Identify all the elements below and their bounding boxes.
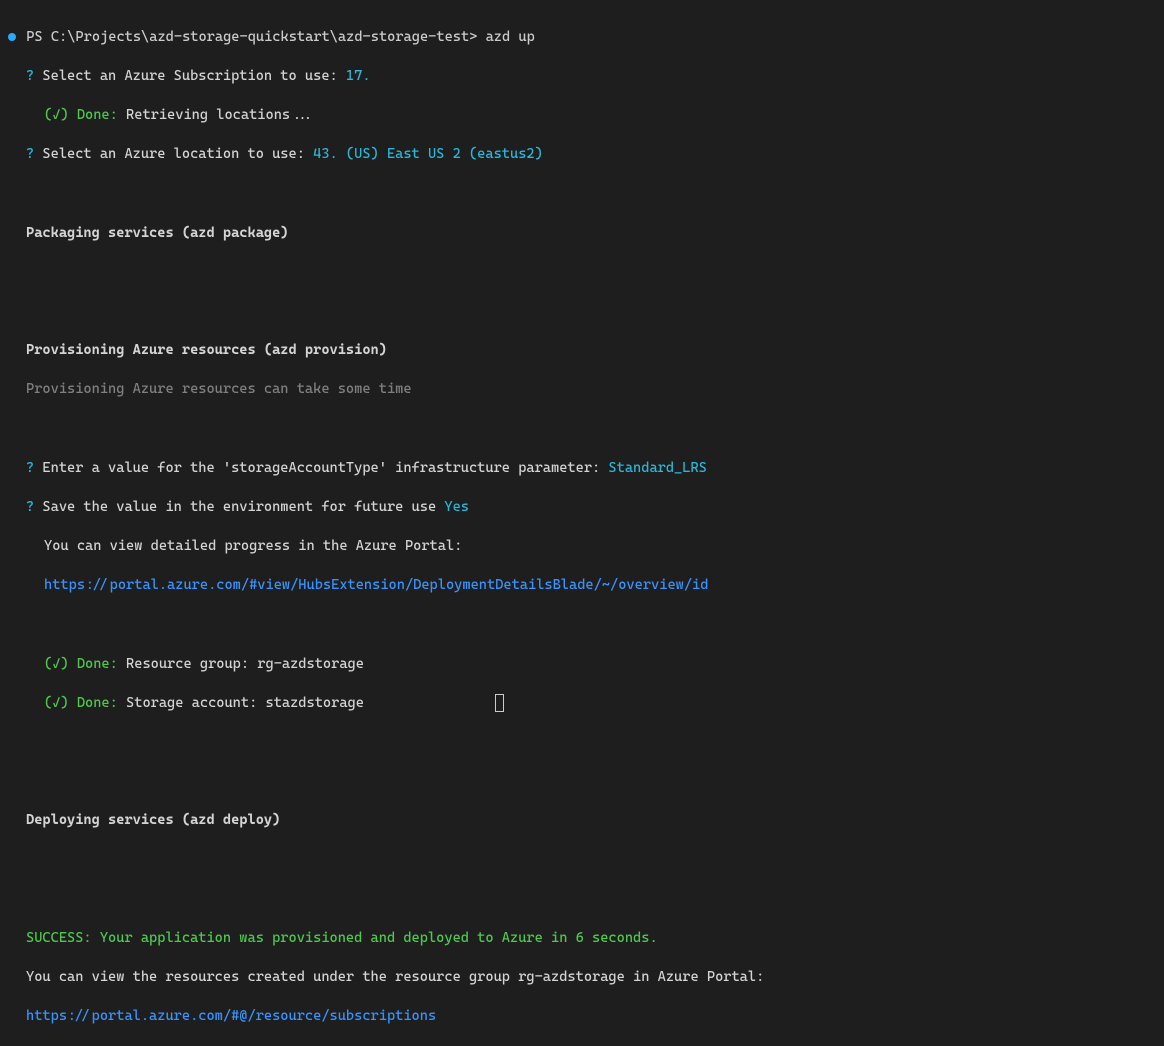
blank-line [8, 419, 1164, 439]
blank-line [8, 302, 1164, 322]
blank-line [8, 615, 1164, 635]
status-dot-icon [8, 33, 16, 41]
done-storage-account: (✓) Done: Storage account: stazdstorage [8, 694, 1164, 714]
blank-line [8, 184, 1164, 204]
done-text: Storage account: stazdstorage [126, 695, 364, 711]
cursor-icon [495, 694, 504, 712]
question-mark-icon: ? [26, 146, 34, 162]
check-icon: (✓) [44, 107, 69, 123]
check-icon: (✓) [44, 695, 69, 711]
terminal-output[interactable]: PS C:\Projects\azd-storage-quickstart\az… [8, 8, 1164, 1046]
blank-line [8, 733, 1164, 753]
done-label: Done: [77, 107, 118, 123]
check-icon: (✓) [44, 656, 69, 672]
blank-line [8, 890, 1164, 910]
done-label: Done: [77, 656, 118, 672]
blank-line [8, 263, 1164, 283]
question-mark-icon: ? [26, 460, 34, 476]
answer-value: 43. (US) East US 2 (eastus2) [313, 146, 543, 162]
section-provisioning: Provisioning Azure resources (azd provis… [8, 341, 1164, 361]
prompt-path: C:\Projects\azd-storage-quickstart\azd-s… [51, 29, 478, 45]
prompt-line: PS C:\Projects\azd-storage-quickstart\az… [8, 28, 1164, 48]
question-save-env: ? Save the value in the environment for … [8, 498, 1164, 518]
question-mark-icon: ? [26, 499, 34, 515]
question-location: ? Select an Azure location to use: 43. (… [8, 145, 1164, 165]
answer-value: Yes [444, 499, 469, 515]
section-packaging: Packaging services (azd package) [8, 224, 1164, 244]
view-resources-text: You can view the resources created under… [8, 968, 1164, 988]
question-text: Save the value in the environment for fu… [42, 499, 436, 515]
question-text: Select an Azure location to use: [42, 146, 305, 162]
answer-value: Standard_LRS [608, 460, 706, 476]
question-storage-type: ? Enter a value for the 'storageAccountT… [8, 459, 1164, 479]
subscriptions-link[interactable]: https://portal.azure.com/#@/resource/sub… [8, 1007, 1164, 1027]
portal-link[interactable]: https://portal.azure.com/#view/HubsExten… [8, 576, 1164, 596]
shell-name: PS [26, 29, 42, 45]
done-text: Retrieving locations... [126, 107, 315, 123]
answer-value: 17. [346, 68, 371, 84]
question-text: Enter a value for the 'storageAccountTyp… [42, 460, 600, 476]
success-message: SUCCESS: Your application was provisione… [8, 929, 1164, 949]
provisioning-note: Provisioning Azure resources can take so… [8, 380, 1164, 400]
done-label: Done: [77, 695, 118, 711]
question-text: Select an Azure Subscription to use: [42, 68, 337, 84]
blank-line [8, 772, 1164, 792]
question-subscription: ? Select an Azure Subscription to use: 1… [8, 67, 1164, 87]
done-resource-group: (✓) Done: Resource group: rg-azdstorage [8, 655, 1164, 675]
progress-text: You can view detailed progress in the Az… [8, 537, 1164, 557]
command-text: azd up [486, 29, 535, 45]
done-text: Resource group: rg-azdstorage [126, 656, 364, 672]
section-deploying: Deploying services (azd deploy) [8, 811, 1164, 831]
blank-line [8, 851, 1164, 871]
done-retrieving: (✓) Done: Retrieving locations... [8, 106, 1164, 126]
question-mark-icon: ? [26, 68, 34, 84]
